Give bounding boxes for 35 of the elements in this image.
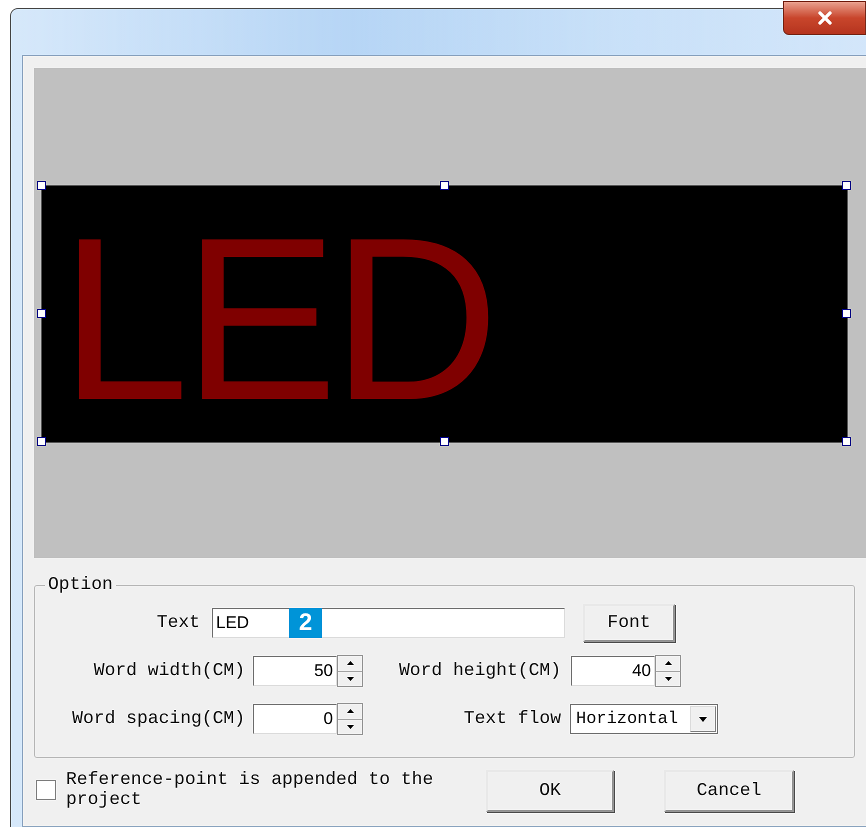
checkbox[interactable] [36, 780, 56, 800]
resize-handle[interactable] [37, 309, 46, 318]
up-arrow-icon [346, 709, 354, 714]
group-title: Option [47, 575, 114, 595]
spin-buttons[interactable] [655, 655, 681, 687]
number-field[interactable]: 0 [253, 704, 337, 734]
callout-badge: 2 [289, 608, 322, 638]
down-arrow-icon [664, 676, 672, 681]
ok-button[interactable]: OK [486, 770, 614, 812]
resize-handle[interactable] [37, 181, 46, 190]
resize-handle[interactable] [842, 309, 851, 318]
down-arrow-icon [346, 724, 354, 729]
resize-handle[interactable] [440, 181, 448, 190]
close-button[interactable] [783, 1, 866, 35]
text-flow-dropdown[interactable]: Horizontal [570, 704, 718, 734]
cancel-button[interactable]: Cancel [664, 770, 794, 812]
field-label: Text [156, 613, 200, 633]
display-text: LED [60, 204, 494, 436]
number-field[interactable]: 40 [571, 656, 655, 686]
field-label: Word width(CM) [92, 661, 245, 681]
up-arrow-icon [664, 661, 672, 666]
resize-handle[interactable] [842, 181, 851, 190]
number-field[interactable]: 50 [253, 656, 337, 686]
up-arrow-icon [346, 661, 354, 666]
font-button[interactable]: Font [583, 604, 675, 642]
field-label: Text flow [462, 709, 561, 729]
spin-buttons[interactable] [337, 655, 363, 687]
down-arrow-icon [346, 676, 354, 681]
spin-buttons[interactable] [337, 703, 363, 735]
resize-handle[interactable] [440, 437, 448, 446]
field-label: Word spacing(CM) [71, 709, 245, 729]
checkbox-label: Reference-point is appended to the project [66, 770, 434, 810]
resize-handle[interactable] [37, 437, 46, 446]
resize-handle[interactable] [842, 437, 851, 446]
field-label: Word height(CM) [398, 661, 561, 681]
